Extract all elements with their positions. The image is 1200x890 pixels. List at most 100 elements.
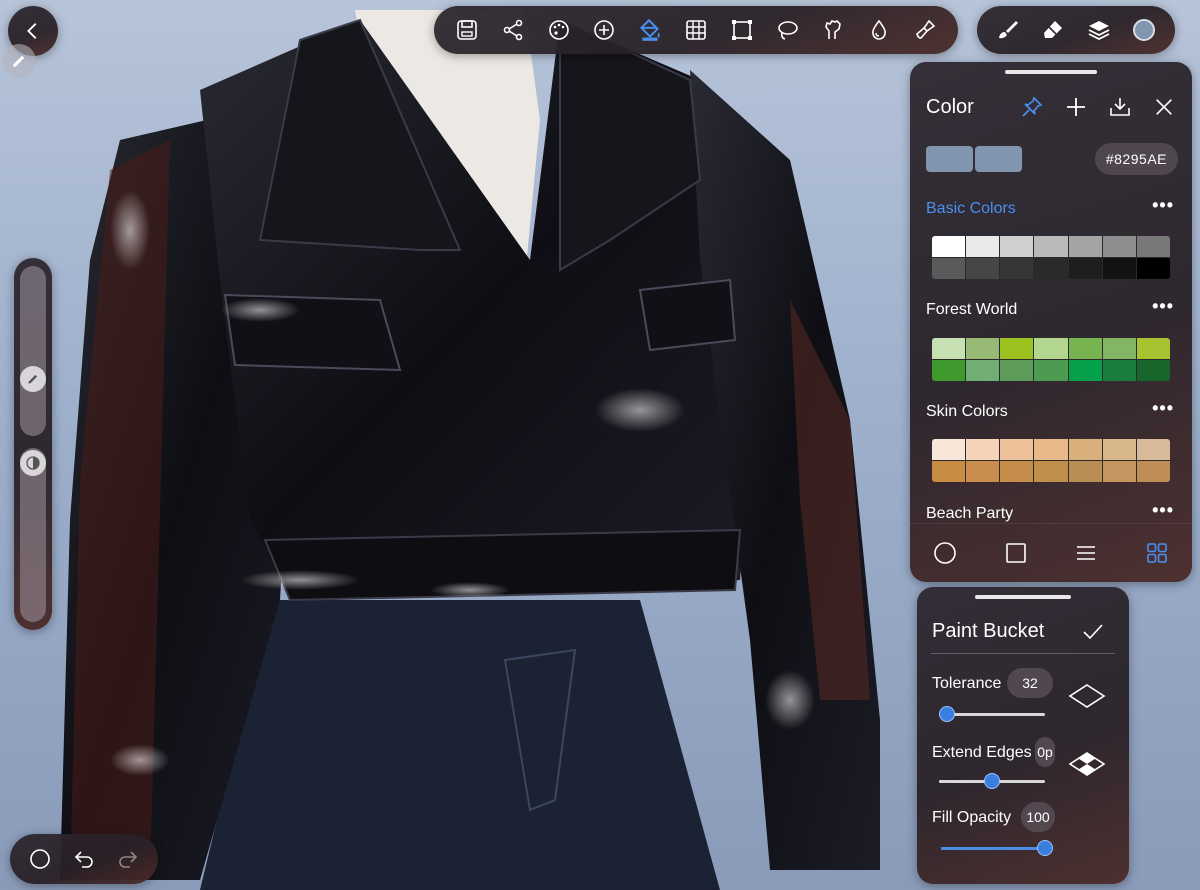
opacity-knob[interactable] — [20, 450, 46, 476]
palette-title-basic[interactable]: Basic Colors — [926, 200, 1016, 218]
slider-knob[interactable] — [984, 773, 1000, 789]
save-icon[interactable] — [447, 10, 487, 50]
palette-swatch[interactable] — [1000, 360, 1034, 381]
clear-brush-icon[interactable] — [905, 10, 945, 50]
palette-swatch[interactable] — [1102, 338, 1136, 359]
grid-icon[interactable] — [676, 10, 716, 50]
palette-swatch[interactable] — [1068, 461, 1102, 482]
palette-swatch[interactable] — [1102, 461, 1136, 482]
palette-swatch[interactable] — [1102, 439, 1136, 460]
palette-swatch[interactable] — [1102, 258, 1136, 279]
palette-swatch[interactable] — [1000, 461, 1034, 482]
extend-edges-slider[interactable] — [939, 773, 1045, 789]
palette-swatch[interactable] — [1068, 338, 1102, 359]
palette-swatch[interactable] — [1136, 236, 1170, 257]
palette-swatch[interactable] — [966, 461, 1000, 482]
palette-swatch[interactable] — [1034, 461, 1068, 482]
palette-swatch[interactable] — [1102, 236, 1136, 257]
hex-value[interactable]: #8295AE — [1094, 143, 1178, 175]
palette-swatch[interactable] — [1068, 439, 1102, 460]
palette-swatch[interactable] — [1068, 360, 1102, 381]
palette-swatch[interactable] — [1102, 360, 1136, 381]
slider-fill — [941, 847, 1045, 850]
redo-icon[interactable] — [110, 841, 146, 877]
palette-swatch[interactable] — [932, 360, 966, 381]
palette-swatch[interactable] — [1034, 439, 1068, 460]
palette-more-icon[interactable]: ••• — [1152, 296, 1174, 317]
palette-more-icon[interactable]: ••• — [1152, 398, 1174, 419]
palette-swatch[interactable] — [1136, 258, 1170, 279]
palette-swatch[interactable] — [1000, 236, 1034, 257]
palette-swatch[interactable] — [932, 258, 966, 279]
brush-icon[interactable] — [988, 10, 1028, 50]
layers-icon[interactable] — [1079, 10, 1119, 50]
checkmark-icon[interactable] — [1079, 619, 1107, 645]
undo-icon[interactable] — [66, 841, 102, 877]
palette-icon[interactable] — [539, 10, 579, 50]
layer-fill-icon[interactable] — [1067, 747, 1107, 781]
palette-swatch[interactable] — [1068, 236, 1102, 257]
color-compare-swatches[interactable] — [926, 146, 1022, 172]
palette-swatch[interactable] — [1068, 258, 1102, 279]
palette-swatch[interactable] — [966, 360, 1000, 381]
half-circle-icon — [26, 456, 40, 470]
slider-knob[interactable] — [1037, 840, 1053, 856]
palette-title-beach[interactable]: Beach Party — [926, 505, 1013, 523]
tolerance-slider[interactable] — [939, 706, 1045, 722]
palette-swatch[interactable] — [1000, 439, 1034, 460]
lasso-icon[interactable] — [768, 10, 808, 50]
bottom-toolbar — [10, 834, 158, 884]
drag-handle[interactable] — [975, 595, 1071, 599]
import-icon[interactable] — [1102, 92, 1138, 122]
palette-more-icon[interactable]: ••• — [1152, 195, 1174, 216]
paint-bucket-icon[interactable] — [630, 10, 670, 50]
close-icon[interactable] — [1146, 92, 1182, 122]
palette-swatch[interactable] — [1034, 338, 1068, 359]
panel-title: Color — [926, 96, 974, 118]
palette-swatch[interactable] — [932, 439, 966, 460]
square-picker-icon[interactable] — [1004, 541, 1028, 565]
palette-title-skin[interactable]: Skin Colors — [926, 403, 1008, 421]
add-icon[interactable] — [1058, 92, 1094, 122]
transform-icon[interactable] — [722, 10, 762, 50]
brush-size-knob[interactable] — [20, 366, 46, 392]
palette-swatch[interactable] — [1034, 360, 1068, 381]
eraser-icon[interactable] — [1033, 10, 1073, 50]
share-icon[interactable] — [493, 10, 533, 50]
palette-swatch[interactable] — [1034, 258, 1068, 279]
fill-opacity-slider[interactable] — [941, 840, 1053, 856]
palette-swatch[interactable] — [1136, 338, 1170, 359]
smudge-icon[interactable] — [813, 10, 853, 50]
list-view-icon[interactable] — [1074, 541, 1098, 565]
brush-size-track[interactable] — [20, 266, 46, 436]
contiguous-mode-icon[interactable] — [1067, 679, 1107, 713]
palette-swatch[interactable] — [966, 236, 1000, 257]
palette-swatch[interactable] — [966, 439, 1000, 460]
palette-swatch[interactable] — [966, 258, 1000, 279]
palette-swatch[interactable] — [1136, 360, 1170, 381]
palette-title-forest[interactable]: Forest World — [926, 301, 1017, 319]
palette-more-icon[interactable]: ••• — [1152, 500, 1174, 521]
palette-swatch[interactable] — [1136, 461, 1170, 482]
palette-swatch[interactable] — [1000, 258, 1034, 279]
palette-swatch[interactable] — [1136, 439, 1170, 460]
add-layer-icon[interactable] — [584, 10, 624, 50]
drag-handle[interactable] — [1005, 70, 1097, 74]
palette-swatch[interactable] — [1034, 236, 1068, 257]
circle-picker-icon[interactable] — [933, 541, 957, 565]
palette-swatch[interactable] — [932, 236, 966, 257]
blur-drop-icon[interactable] — [859, 10, 899, 50]
palette-swatch[interactable] — [932, 338, 966, 359]
slider-knob[interactable] — [939, 706, 956, 722]
pin-icon[interactable] — [1014, 92, 1050, 122]
palette-swatch[interactable] — [932, 461, 966, 482]
tolerance-value[interactable]: 32 — [1007, 668, 1053, 698]
grid-view-icon[interactable] — [1145, 541, 1169, 565]
palette-swatch[interactable] — [966, 338, 1000, 359]
extend-edges-value[interactable]: 0p — [1035, 737, 1055, 767]
selection-circle-icon[interactable] — [22, 841, 58, 877]
current-color-button[interactable] — [1124, 10, 1164, 50]
fill-opacity-value[interactable]: 100 — [1021, 802, 1055, 832]
palette-swatch[interactable] — [1000, 338, 1034, 359]
quick-brush-button[interactable] — [2, 44, 36, 78]
